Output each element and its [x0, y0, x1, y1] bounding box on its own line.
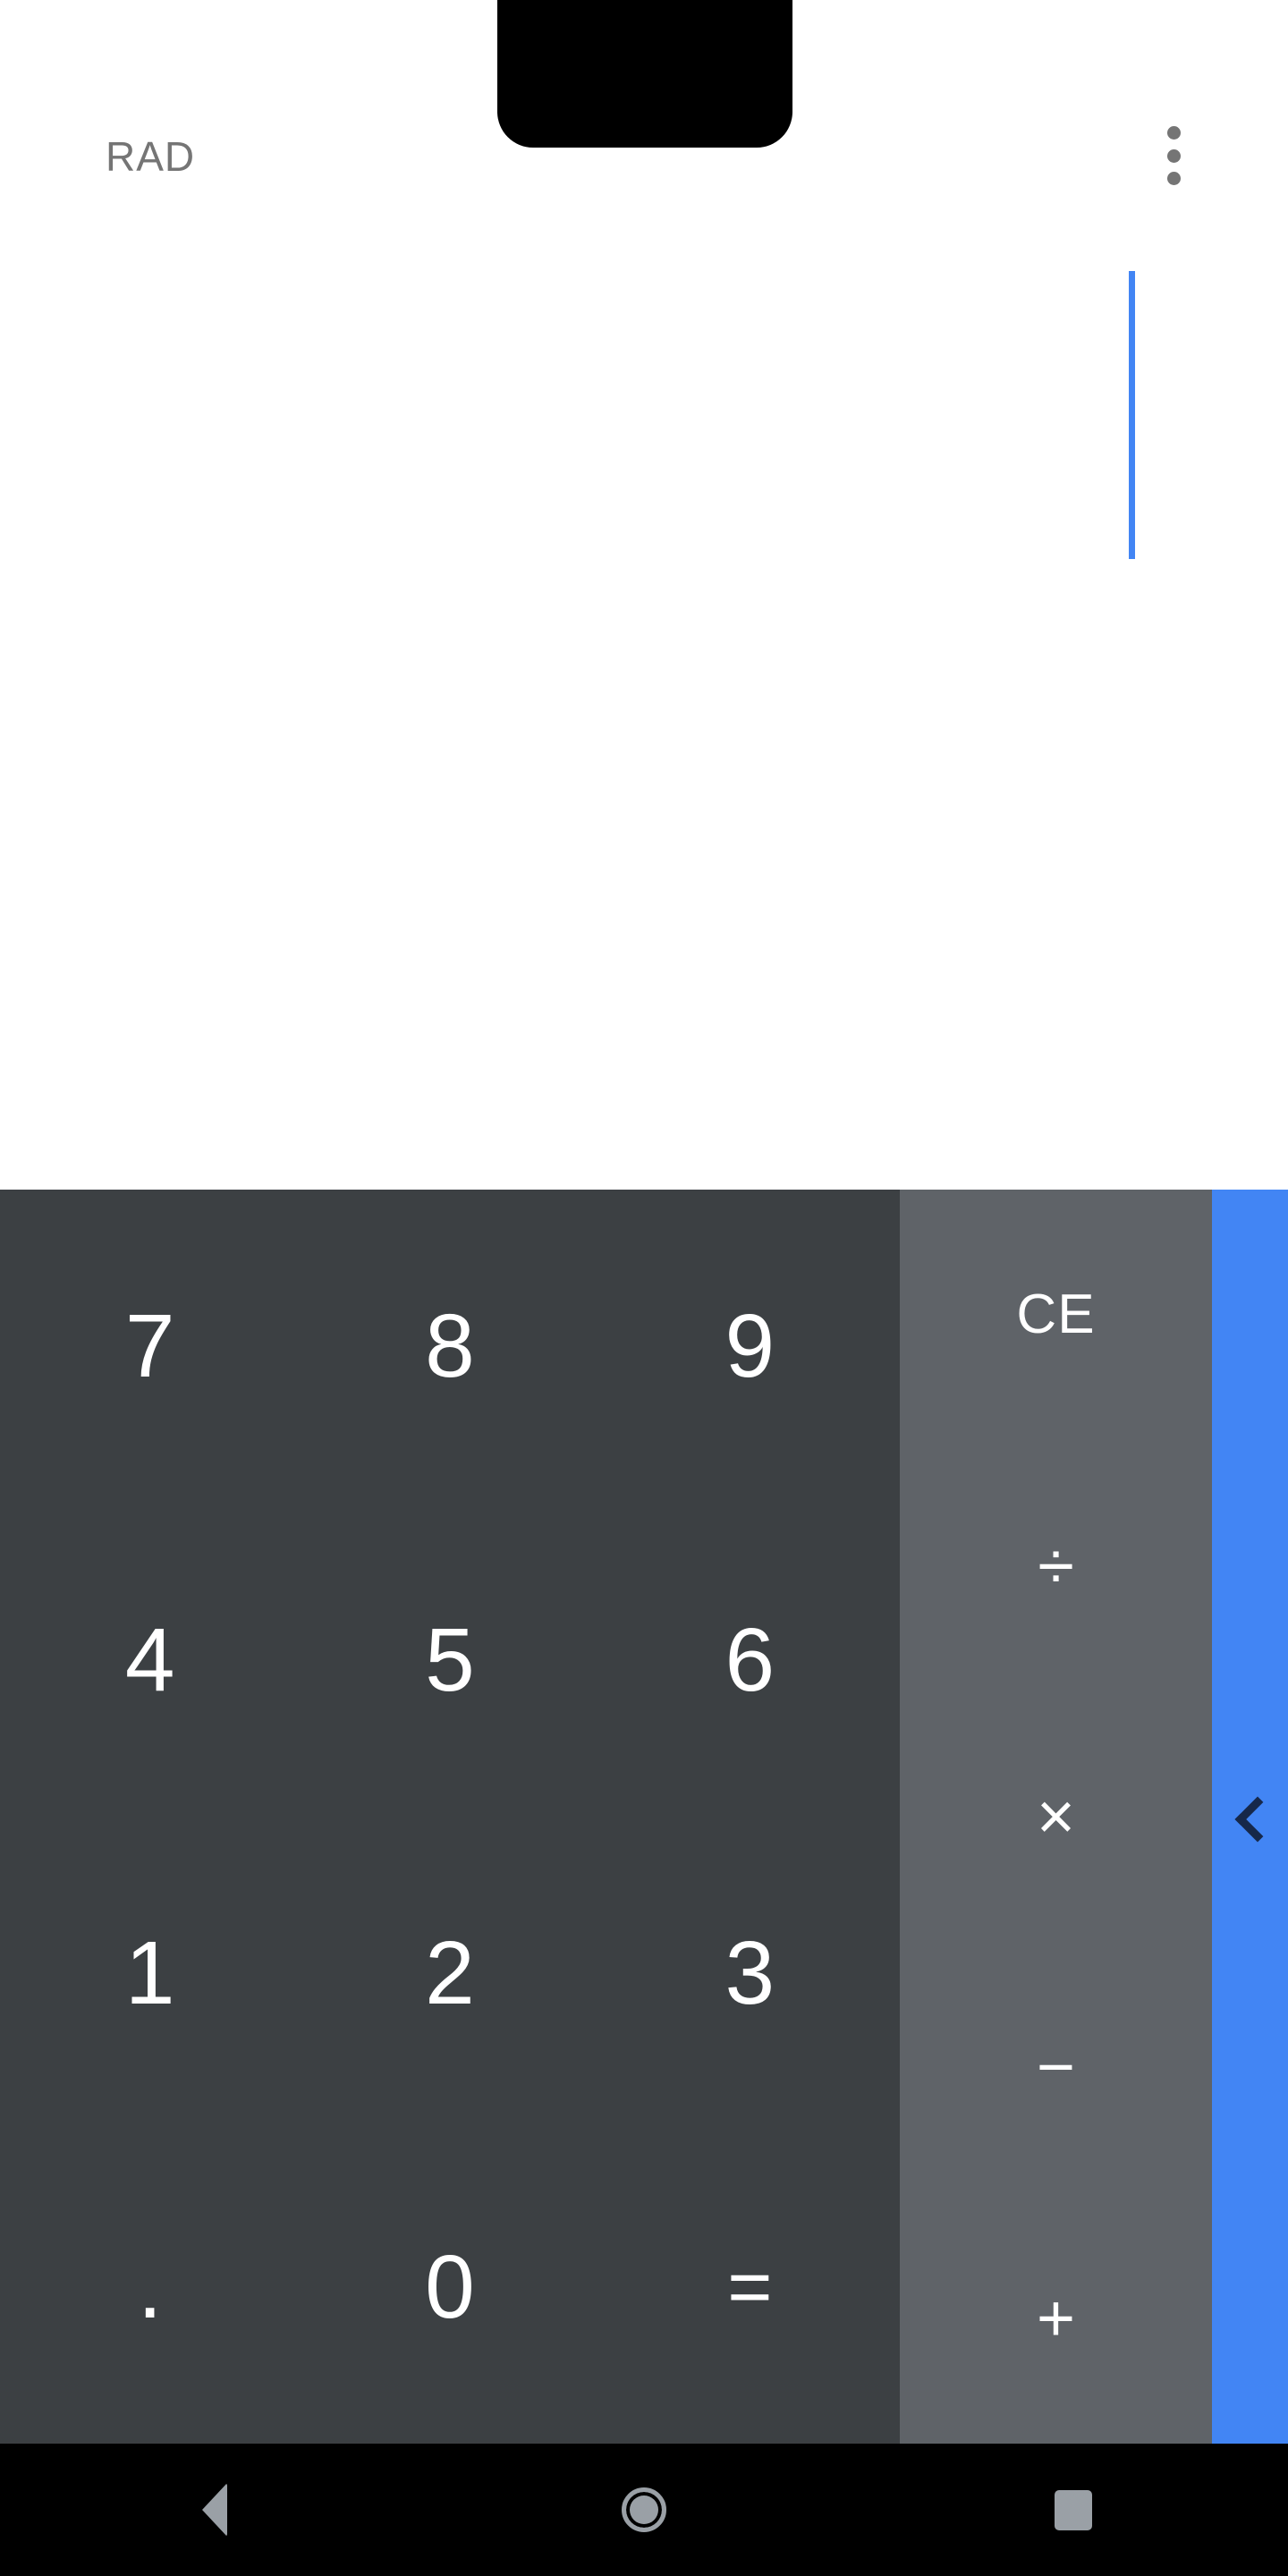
result-text	[0, 626, 1288, 1163]
calculator-display[interactable]: RAD	[0, 0, 1288, 1190]
nav-recents-button[interactable]	[859, 2444, 1288, 2576]
key-equals[interactable]: =	[600, 2131, 900, 2445]
keypad: 7 8 9 4 5 6 1 2 3. 0 = CE ÷ × − +	[0, 1190, 1288, 2444]
text-cursor	[1129, 271, 1135, 559]
key-4[interactable]: 4	[0, 1504, 300, 1818]
key-1[interactable]: 1	[0, 1817, 300, 2131]
key-clear-entry[interactable]: CE	[900, 1190, 1212, 1440]
home-circle-icon	[622, 2487, 666, 2532]
key-8[interactable]: 8	[300, 1190, 599, 1504]
key-0[interactable]: 0	[300, 2131, 599, 2445]
nav-back-button[interactable]	[0, 2444, 429, 2576]
android-navigation-bar	[0, 2444, 1288, 2576]
back-triangle-icon	[202, 2483, 227, 2537]
overflow-dot-icon	[1166, 148, 1181, 163]
angle-mode-label: RAD	[106, 133, 196, 180]
recents-square-icon	[1055, 2489, 1092, 2530]
calculator-screen: RAD 7 8 9 4 5 6 1 2 3. 0 = CE ÷ × − +	[0, 0, 1288, 2576]
key-3[interactable]: 3	[600, 1817, 900, 2131]
key-add[interactable]: +	[900, 2193, 1212, 2444]
key-6[interactable]: 6	[600, 1504, 900, 1818]
key-5[interactable]: 5	[300, 1504, 599, 1818]
key-2[interactable]: 2	[300, 1817, 599, 2131]
formula-text[interactable]	[0, 233, 1288, 608]
overflow-menu-button[interactable]	[1150, 123, 1197, 188]
overflow-dot-icon	[1166, 126, 1181, 140]
nav-home-button[interactable]	[429, 2444, 859, 2576]
numeric-keypad: 7 8 9 4 5 6 1 2 3. 0 =	[0, 1190, 900, 2444]
camera-notch	[497, 0, 792, 148]
advanced-pad-toggle[interactable]	[1212, 1190, 1288, 2444]
key-7[interactable]: 7	[0, 1190, 300, 1504]
overflow-dot-icon	[1166, 172, 1181, 185]
key-decimal-point[interactable]: .	[0, 2131, 300, 2445]
key-multiply[interactable]: ×	[900, 1691, 1212, 1942]
key-subtract[interactable]: −	[900, 1942, 1212, 2192]
operator-keypad: CE ÷ × − +	[900, 1190, 1212, 2444]
key-9[interactable]: 9	[600, 1190, 900, 1504]
chevron-left-icon	[1231, 1797, 1270, 1836]
key-divide[interactable]: ÷	[900, 1440, 1212, 1690]
